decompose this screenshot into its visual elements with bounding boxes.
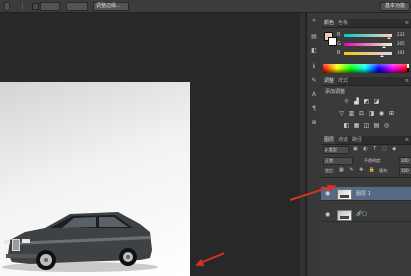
clone-source-icon[interactable]: ⊕	[310, 119, 318, 126]
options-bar: 调整边缘... 基本功能	[0, 0, 411, 13]
gradient-map-icon[interactable]: ▤	[373, 123, 380, 129]
tool-preset-button[interactable]	[4, 2, 10, 11]
selective-color-icon[interactable]: ◎	[383, 123, 390, 129]
adjustments-title: 添加调整	[325, 89, 346, 95]
layers-panel-tabs: 图层 通道 路径 ≡	[321, 136, 411, 145]
background-color-swatch[interactable]	[328, 37, 337, 46]
visibility-eye-icon[interactable]: ◉	[325, 211, 330, 218]
slider-value[interactable]: 205	[397, 41, 405, 46]
blend-mode-select[interactable]: 正常	[323, 157, 353, 165]
slider-green[interactable]: G 205	[337, 41, 411, 48]
fill-label: 填充:	[379, 168, 389, 173]
threshold-icon[interactable]: ◫	[363, 123, 370, 129]
brush-icon[interactable]: ✎	[310, 77, 318, 84]
workspace-switcher[interactable]: 基本功能	[380, 2, 410, 11]
layer-mask-link-icon[interactable]: 🔗▢	[356, 211, 367, 217]
panel-menu-icon[interactable]: ≡	[405, 19, 409, 27]
lock-icons[interactable]: ▦ ✎ ✥ 🔒	[339, 167, 377, 173]
collapse-icon[interactable]: »	[310, 17, 318, 24]
layer-filter-icons[interactable]: ▣ ◐ T ▢ ◆	[353, 146, 405, 153]
panel-icon-strip: » ▤ ◧ ℹ ✎ A ¶ ⊕	[306, 13, 322, 276]
character-icon[interactable]: A	[310, 91, 318, 98]
info-icon[interactable]: ℹ	[310, 63, 318, 70]
brightness-icon[interactable]: ☼	[343, 99, 350, 105]
lock-label: 锁定:	[325, 168, 335, 173]
opacity-label: 不透明度:	[364, 158, 382, 163]
fill-field[interactable]: 100	[399, 167, 411, 175]
document-scrollbar[interactable]	[300, 13, 305, 276]
panel-menu-icon[interactable]: ≡	[405, 136, 409, 144]
curves-icon[interactable]: ◩	[363, 99, 370, 105]
slider-blue[interactable]: B 191	[337, 50, 411, 57]
option-field[interactable]	[40, 2, 60, 11]
photo-filter-icon[interactable]: ◉	[378, 111, 385, 117]
car-photo	[2, 212, 158, 272]
slider-label: R	[337, 32, 341, 38]
posterize-icon[interactable]: ▦	[353, 123, 360, 129]
layer-thumbnail	[337, 189, 352, 200]
tab-styles[interactable]: 样式	[335, 77, 351, 85]
tab-swatches[interactable]: 色板	[335, 19, 351, 27]
slider-thumb[interactable]	[382, 46, 386, 48]
layer-name[interactable]: 图层 1	[356, 190, 371, 197]
black-swatch[interactable]	[407, 68, 409, 72]
slider-thumb[interactable]	[387, 37, 391, 39]
bw-icon[interactable]: ◨	[368, 111, 375, 117]
color-spectrum-bar[interactable]	[323, 64, 407, 73]
adjustments-panel-tabs: 调整 样式 ≡	[321, 77, 411, 86]
balance-icon[interactable]: ⚖	[358, 111, 365, 117]
divider	[321, 177, 411, 178]
layer-row-background[interactable]: ◉ 🔗▢	[321, 208, 411, 222]
slider-label: G	[337, 41, 341, 47]
color-panel-tabs: 颜色 色板 ≡	[321, 19, 411, 28]
separator	[22, 2, 23, 10]
slider-red[interactable]: R 232	[337, 32, 411, 39]
slider-value[interactable]: 232	[397, 32, 405, 37]
slider-value[interactable]: 191	[397, 50, 405, 55]
refine-edge-button[interactable]: 调整边缘...	[93, 2, 129, 11]
blue-track[interactable]	[344, 52, 392, 55]
option-field[interactable]	[66, 2, 88, 11]
layer-thumbnail	[337, 210, 352, 221]
red-track[interactable]	[344, 34, 392, 37]
document-canvas[interactable]	[0, 82, 190, 276]
exposure-icon[interactable]: ◪	[373, 99, 380, 105]
history-icon[interactable]: ▤	[310, 33, 318, 40]
slider-label: B	[337, 50, 341, 56]
panel-dock: 颜色 色板 ≡ R 232 G 205 B 191 调整 样式 ≡ 添加调整 ☼…	[321, 13, 411, 276]
tab-paths[interactable]: 路径	[349, 136, 365, 144]
levels-icon[interactable]: ▟	[353, 99, 360, 105]
paragraph-icon[interactable]: ¶	[310, 105, 318, 112]
invert-icon[interactable]: ◧	[343, 123, 350, 129]
hue-icon[interactable]: ▥	[348, 111, 355, 117]
opacity-field[interactable]: 100	[399, 157, 411, 165]
option-checkbox[interactable]	[32, 3, 39, 10]
layer-filter-select[interactable]: ρ 类型	[323, 146, 349, 154]
vibrance-icon[interactable]: ▽	[338, 111, 345, 117]
panel-menu-icon[interactable]: ≡	[405, 77, 409, 85]
properties-icon[interactable]: ◧	[310, 47, 318, 54]
slider-thumb[interactable]	[380, 55, 384, 57]
channel-mixer-icon[interactable]: ⊞	[388, 111, 395, 117]
